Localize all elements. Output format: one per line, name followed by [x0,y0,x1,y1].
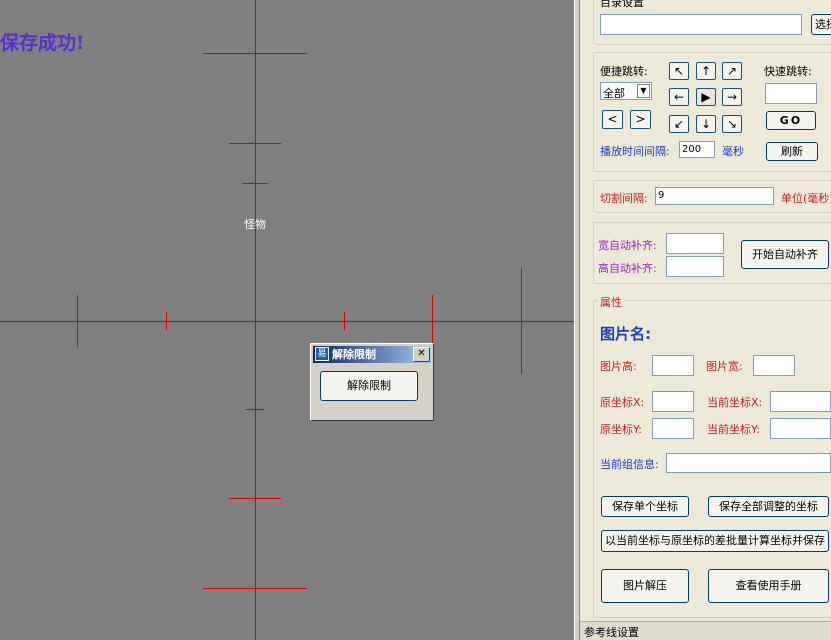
arrow-left-icon[interactable]: ← [669,88,689,106]
guide-tick [229,498,281,499]
editor-canvas[interactable]: 保存成功! 怪物 易 解除限制 ✕ 解除限制 [0,0,574,640]
cur-y-input[interactable] [770,418,831,439]
save-all-button[interactable]: 保存全部调整的坐标 [708,496,829,517]
image-height-label: 图片高: [600,360,637,373]
cur-x-input[interactable] [770,391,831,412]
height-auto-input[interactable] [666,256,724,277]
chevron-down-icon: ▼ [637,84,650,98]
orig-x-label: 原坐标X: [600,396,645,409]
select-dir-button[interactable]: 选择 [811,14,831,35]
unlock-button[interactable]: 解除限制 [320,371,418,401]
refresh-button[interactable]: 刷新 [766,142,818,161]
properties-title: 属性 [598,294,624,310]
control-panel: 目录设置 选择 便捷跳转: 快速跳转: 全部 ▼ < > ↖ ↑ ↗ ← ▶ →… [580,0,831,640]
unlock-button-label: 解除限制 [347,379,391,392]
arrow-up-right-icon[interactable]: ↗ [722,62,742,80]
jump-dropdown[interactable]: 全部 ▼ [600,82,652,100]
orig-x-input[interactable] [652,391,694,412]
interval-input[interactable]: 200 [679,141,715,158]
app-icon: 易 [315,347,329,361]
next-button[interactable]: > [630,110,651,129]
ref-line-settings-title: 参考线设置 [584,626,639,639]
dir-settings-title: 目录设置 [598,0,646,10]
arrow-right-icon[interactable]: → [722,88,742,106]
dir-path-input[interactable] [600,14,802,35]
interval-label: 播放时间间隔: [600,145,670,158]
orig-y-label: 原坐标Y: [600,423,642,436]
image-width-label: 图片宽: [706,360,743,373]
fast-jump-input[interactable] [765,83,817,104]
arrow-down-right-icon[interactable]: ↘ [722,115,742,133]
go-label: GO [779,114,803,127]
width-auto-input[interactable] [666,233,724,254]
refresh-label: 刷新 [781,145,803,158]
fast-jump-label: 快速跳转: [764,65,812,78]
play-icon[interactable]: ▶ [696,88,716,106]
decompress-button[interactable]: 图片解压 [601,569,689,603]
orig-y-input[interactable] [652,418,694,439]
unlock-dialog: 易 解除限制 ✕ 解除限制 [310,343,434,421]
cur-y-label: 当前坐标Y: [707,423,760,436]
guide-tick [229,143,281,144]
start-auto-fill-label: 开始自动补齐 [752,248,818,261]
cut-interval-input[interactable]: 9 [655,187,774,205]
guide-tick [432,295,433,347]
dialog-title: 解除限制 [332,348,376,361]
user-manual-button[interactable]: 查看使用手册 [708,569,829,603]
monster-label: 怪物 [244,218,266,231]
guide-tick [166,312,167,330]
image-width-input[interactable] [753,355,795,376]
batch-calc-save-button[interactable]: 以当前坐标与原坐标的差批量计算坐标并保存 [601,530,829,552]
arrow-down-icon[interactable]: ↓ [696,115,716,133]
group-info-input[interactable] [666,453,831,473]
guide-tick [521,268,522,374]
cut-unit-label: 单位(毫秒) [781,192,831,205]
batch-calc-label: 以当前坐标与原坐标的差批量计算坐标并保存 [605,534,825,547]
dropdown-value: 全部 [603,87,625,100]
save-all-label: 保存全部调整的坐标 [719,500,818,513]
ref-line-settings-bar[interactable]: 参考线设置 [580,621,831,640]
guide-tick [344,312,345,330]
guide-tick [203,588,307,589]
save-single-button[interactable]: 保存单个坐标 [601,496,689,517]
guide-tick [246,409,264,410]
guide-line-vertical-main [255,0,256,640]
interval-unit: 毫秒 [722,145,744,158]
image-name-label: 图片名: [600,325,651,343]
cur-x-label: 当前坐标X: [707,396,763,409]
dialog-title-bar[interactable]: 易 解除限制 ✕ [313,346,431,363]
group-info-label: 当前组信息: [600,458,659,471]
save-success-message: 保存成功! [0,32,85,54]
close-icon[interactable]: ✕ [413,347,430,362]
guide-tick [242,183,268,184]
width-auto-label: 宽自动补齐: [598,239,657,252]
quick-jump-label: 便捷跳转: [600,65,648,78]
arrow-up-icon[interactable]: ↑ [696,62,716,80]
guide-tick [203,53,307,54]
guide-line-horizontal-main [0,321,574,322]
arrow-up-left-icon[interactable]: ↖ [669,62,689,80]
cut-interval-label: 切割间隔: [600,192,648,205]
decompress-label: 图片解压 [623,579,667,592]
select-dir-label: 选择 [815,18,831,31]
start-auto-fill-button[interactable]: 开始自动补齐 [741,240,829,269]
arrow-down-left-icon[interactable]: ↙ [669,115,689,133]
image-height-input[interactable] [652,355,694,376]
height-auto-label: 高自动补齐: [598,262,657,275]
go-button[interactable]: GO [766,111,816,130]
save-single-label: 保存单个坐标 [612,500,678,513]
prev-button[interactable]: < [602,110,623,129]
user-manual-label: 查看使用手册 [735,579,802,592]
guide-tick [77,295,78,347]
